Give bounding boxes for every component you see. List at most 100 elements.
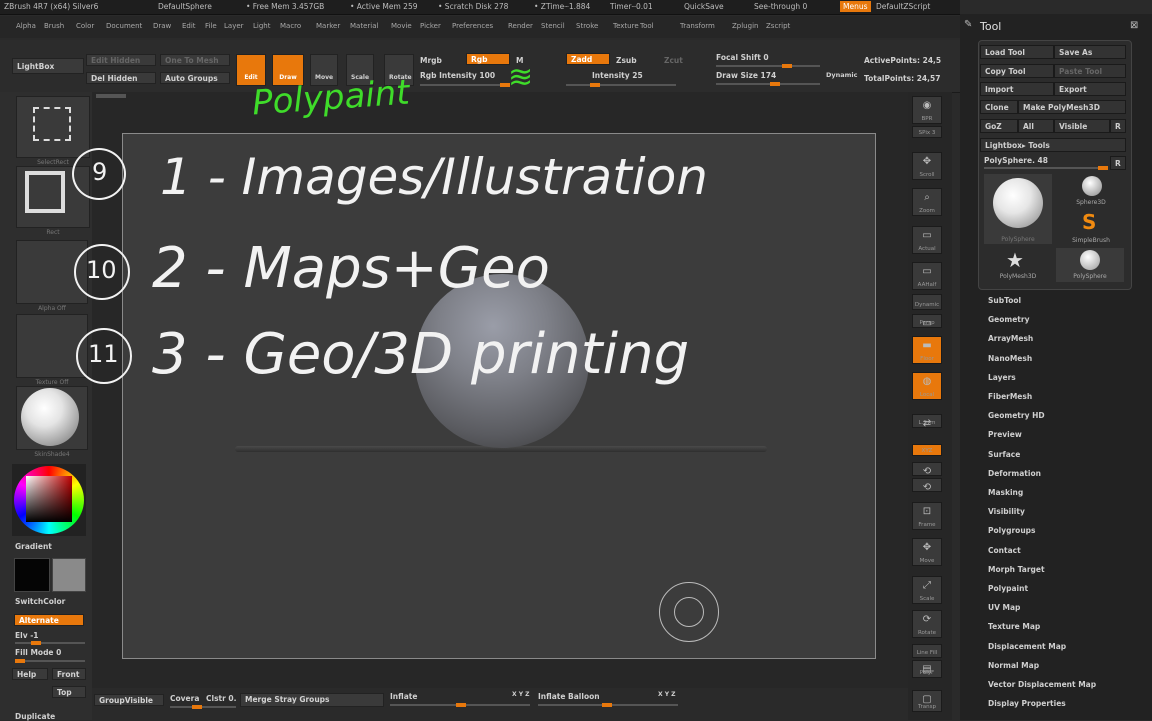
help-button[interactable]: Help [12, 668, 48, 680]
tool-section-polygroups[interactable]: Polygroups [988, 526, 1036, 535]
zsub-toggle[interactable]: Zsub [616, 56, 637, 65]
fill-mode-slider[interactable]: Fill Mode 0 [15, 648, 61, 657]
coverage-slider[interactable]: Covera [170, 694, 199, 703]
tool-section-morph-target[interactable]: Morph Target [988, 565, 1045, 574]
menus-button[interactable]: Menus [840, 1, 871, 12]
save-as-button[interactable]: Save As [1054, 45, 1126, 59]
edit-mode-button[interactable]: Edit [236, 54, 266, 86]
tool-section-preview[interactable]: Preview [988, 430, 1022, 439]
shelf-persp[interactable]: ▭ Persp [912, 314, 942, 329]
zcut-toggle[interactable]: Zcut [664, 56, 683, 65]
menu-document[interactable]: Document [106, 22, 142, 30]
rgb-intensity-track[interactable] [420, 83, 510, 87]
menu-file[interactable]: File [205, 22, 217, 30]
rgb-toggle[interactable]: Rgb [466, 53, 510, 65]
inflate-balloon-axis[interactable]: X Y Z [658, 691, 676, 698]
edit-hidden-button[interactable]: Edit Hidden [86, 54, 156, 66]
menu-marker[interactable]: Marker [316, 22, 340, 30]
copy-tool-button[interactable]: Copy Tool [980, 64, 1054, 78]
menu-layer[interactable]: Layer [224, 22, 244, 30]
menu-transform[interactable]: Transform [680, 22, 715, 30]
tool-palette-title[interactable]: Tool [980, 20, 1001, 33]
menu-stencil[interactable]: Stencil [541, 22, 565, 30]
menu-render[interactable]: Render [508, 22, 533, 30]
shelf-xyz[interactable]: XYZ [912, 444, 942, 456]
see-through-slider[interactable]: See-through 0 [754, 2, 807, 11]
shelf-bpr[interactable]: ◉ BPR [912, 96, 942, 124]
tool-thumb-polymesh3d[interactable]: ★ PolyMesh3D [984, 248, 1052, 282]
tool-thumb-simplebrush[interactable]: S SimpleBrush [1058, 210, 1124, 246]
draw-size-track[interactable] [716, 82, 820, 86]
export-button[interactable]: Export [1054, 82, 1126, 96]
menu-picker[interactable]: Picker [420, 22, 441, 30]
secondary-color-swatch[interactable] [52, 558, 86, 592]
focal-shift-track[interactable] [716, 64, 820, 68]
tool-section-visibility[interactable]: Visibility [988, 507, 1025, 516]
canvas-viewport[interactable] [122, 133, 876, 659]
menu-draw[interactable]: Draw [153, 22, 171, 30]
gradient-toggle[interactable]: Gradient [15, 542, 52, 551]
fill-mode-track[interactable] [15, 659, 85, 663]
menu-tool[interactable]: Tool [640, 22, 654, 30]
tool-section-masking[interactable]: Masking [988, 488, 1023, 497]
close-icon[interactable]: ⊠ [1130, 20, 1142, 32]
quicksave-button[interactable]: QuickSave [684, 2, 724, 11]
rgb-intensity-slider[interactable]: Rgb Intensity 100 [420, 71, 495, 80]
coverage-track[interactable] [170, 705, 236, 709]
shelf-l-sym[interactable]: ⇄ L.Sym [912, 414, 942, 429]
load-tool-button[interactable]: Load Tool [980, 45, 1054, 59]
tool-section-surface[interactable]: Surface [988, 450, 1020, 459]
menu-alpha[interactable]: Alpha [16, 22, 36, 30]
default-zscript-button[interactable]: DefaultZScript [876, 2, 930, 11]
make-polymesh3d-button[interactable]: Make PolyMesh3D [1018, 100, 1126, 114]
menu-brush[interactable]: Brush [44, 22, 64, 30]
menu-stroke[interactable]: Stroke [576, 22, 598, 30]
menu-material[interactable]: Material [350, 22, 378, 30]
merge-stray-groups-button[interactable]: Merge Stray Groups [240, 693, 384, 707]
shelf-transp[interactable]: ▢ Transp [912, 690, 942, 712]
shelf-button-12[interactable]: ⟲ [912, 462, 942, 477]
z-intensity-slider[interactable]: Intensity 25 [592, 71, 643, 80]
mrgb-toggle[interactable]: Mrgb [420, 56, 442, 65]
paste-tool-button[interactable]: Paste Tool [1054, 64, 1126, 78]
shelf-rotate[interactable]: ⟳ Rotate [912, 610, 942, 638]
goz-all-button[interactable]: All [1018, 119, 1054, 133]
menu-light[interactable]: Light [253, 22, 270, 30]
elv-track[interactable] [15, 641, 85, 645]
stroke-thumbnail[interactable]: SelectRect [16, 96, 90, 166]
current-tool-track[interactable] [984, 166, 1108, 170]
tool-section-displacement-map[interactable]: Displacement Map [988, 642, 1066, 651]
shelf-button-13[interactable]: ⟲ [912, 478, 942, 493]
elv-slider[interactable]: Elv -1 [15, 631, 39, 640]
tool-section-layers[interactable]: Layers [988, 373, 1016, 382]
group-visible-button[interactable]: GroupVisible [94, 694, 164, 706]
tool-section-geometry-hd[interactable]: Geometry HD [988, 411, 1045, 420]
switchcolor-button[interactable]: SwitchColor [15, 597, 65, 606]
tool-thumb-sphere3d[interactable]: Sphere3D [1058, 174, 1124, 208]
shelf-line-fill[interactable]: Line Fill [912, 644, 942, 658]
tool-section-vector-displacement-map[interactable]: Vector Displacement Map [988, 680, 1096, 689]
pin-icon[interactable]: ✎ [964, 20, 974, 30]
tool-section-display-properties[interactable]: Display Properties [988, 699, 1066, 708]
shelf-scale[interactable]: ⤢ Scale [912, 576, 942, 604]
lightbox-button[interactable]: LightBox [12, 58, 84, 74]
current-tool-slider[interactable]: PolySphere. 48 [984, 156, 1048, 165]
tool-section-subtool[interactable]: SubTool [988, 296, 1021, 305]
menu-zplugin[interactable]: Zplugin [732, 22, 758, 30]
shelf-dynamic[interactable]: Dynamic [912, 294, 942, 310]
material-thumbnail[interactable]: SkinShade4 [16, 386, 88, 458]
lightbox-tools-button[interactable]: Lightbox▸ Tools [980, 138, 1126, 152]
goz-button[interactable]: GoZ [980, 119, 1018, 133]
shelf-floor[interactable]: ▬ Floor [912, 336, 942, 364]
inflate-balloon-track[interactable] [538, 703, 678, 707]
tool-section-fibermesh[interactable]: FiberMesh [988, 392, 1032, 401]
tool-section-polypaint[interactable]: Polypaint [988, 584, 1028, 593]
top-button[interactable]: Top [52, 686, 86, 698]
alternate-button[interactable]: Alternate [14, 614, 84, 626]
shelf-scroll[interactable]: ✥ Scroll [912, 152, 942, 180]
menu-preferences[interactable]: Preferences [452, 22, 493, 30]
shelf-local[interactable]: ◍ Local [912, 372, 942, 400]
auto-groups-button[interactable]: Auto Groups [160, 72, 230, 84]
shelf-frame[interactable]: ⊡ Frame [912, 502, 942, 530]
clstr-slider[interactable]: Clstr 0. [206, 694, 237, 703]
